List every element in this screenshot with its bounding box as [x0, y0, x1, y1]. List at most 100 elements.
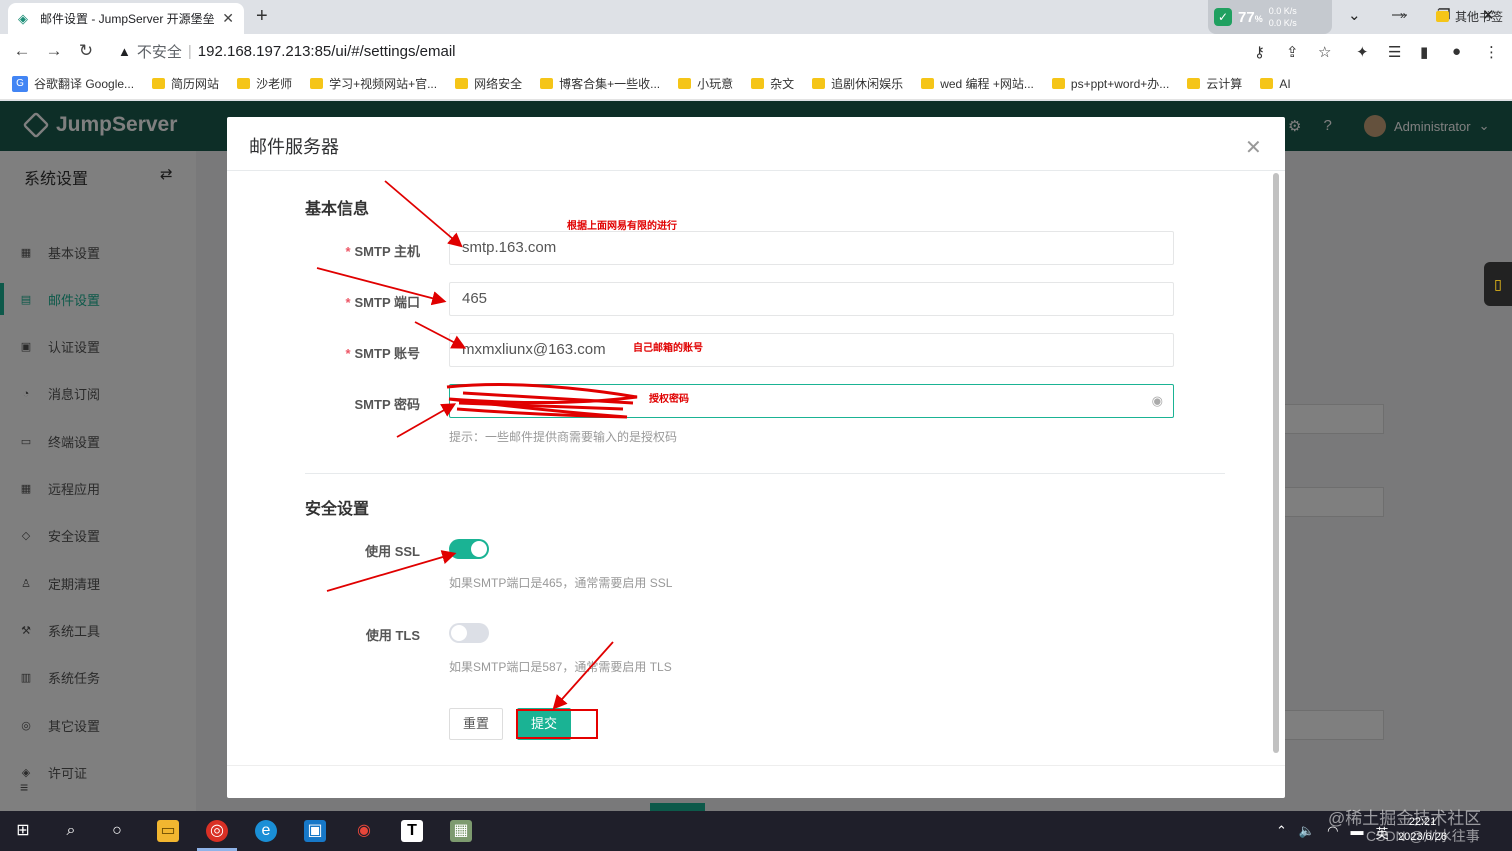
annotation-account-note: 自己邮箱的账号	[633, 343, 703, 354]
folder-icon	[152, 78, 166, 89]
folder-icon	[455, 78, 469, 89]
share-icon[interactable]: ⇪	[1286, 43, 1299, 61]
extensions-icon[interactable]: ✦	[1356, 43, 1369, 61]
warning-icon: ▲	[118, 44, 131, 59]
folder-icon	[1051, 78, 1065, 89]
smtp-host-input[interactable]: smtp.163.com	[449, 231, 1174, 265]
bookmark-item[interactable]: 云计算	[1187, 75, 1242, 92]
bookmark-item[interactable]: 博客合集+一些收...	[540, 75, 660, 92]
dialog-scrollbar[interactable]	[1273, 173, 1279, 753]
windows-start-icon[interactable]: ⊞	[12, 820, 34, 842]
chevron-up-icon[interactable]: ⌃	[1276, 823, 1287, 842]
floating-side-tab[interactable]: ▯	[1484, 262, 1512, 306]
image-app-icon[interactable]: ▦	[450, 820, 472, 842]
tab-close-icon[interactable]: ✕	[222, 10, 234, 27]
eye-icon[interactable]: ◉	[1152, 385, 1163, 417]
cpu-percent: 77%	[1238, 8, 1263, 26]
bookmark-item[interactable]: wed 编程 +网站...	[921, 75, 1034, 92]
browser-tab-bar: ◈ 邮件设置 - JumpServer 开源堡垒 ✕ + ✓ 77% 0.0 K…	[0, 0, 1512, 34]
dialog-title: 邮件服务器	[249, 137, 339, 157]
folder-icon	[751, 78, 765, 89]
key-icon[interactable]: ⚷	[1254, 43, 1265, 61]
browser-tab[interactable]: ◈ 邮件设置 - JumpServer 开源堡垒 ✕	[8, 3, 244, 34]
new-tab-icon[interactable]: +	[256, 5, 268, 28]
bookmark-item[interactable]: 学习+视频网站+官...	[310, 75, 437, 92]
folder-icon	[1260, 78, 1274, 89]
bookmark-item[interactable]: 简历网站	[152, 75, 219, 92]
chrome-icon[interactable]: ◎	[206, 820, 228, 842]
translate-icon: G	[12, 75, 28, 92]
folder-icon	[1187, 78, 1201, 89]
bookmark-item[interactable]: G 谷歌翻译 Google...	[12, 75, 134, 92]
bookmark-item[interactable]: 沙老师	[237, 75, 292, 92]
bookmark-item[interactable]: 小玩意	[678, 75, 733, 92]
bookmark-item[interactable]: AI	[1260, 77, 1291, 91]
profile-icon[interactable]: ●	[1452, 43, 1461, 60]
task-view-icon[interactable]: ○	[106, 820, 128, 842]
section-divider	[305, 473, 1225, 474]
tls-label: 使用 TLS	[365, 628, 420, 643]
tab-search-icon[interactable]: ⌄	[1348, 6, 1361, 24]
bookmark-item[interactable]: ps+ppt+word+办...	[1051, 75, 1169, 92]
smtp-password-label: SMTP 密码	[354, 397, 421, 412]
folder-icon	[310, 78, 324, 89]
ssl-hint: 如果SMTP端口是465，通常需要启用 SSL	[449, 576, 673, 590]
smtp-account-label: * SMTP 账号	[345, 346, 420, 361]
bookmark-item[interactable]: 网络安全	[455, 75, 522, 92]
folder-icon	[540, 78, 554, 89]
smtp-port-label: * SMTP 端口	[345, 295, 420, 310]
dialog-divider	[227, 170, 1285, 171]
forward-icon[interactable]: →	[38, 41, 70, 61]
jumpserver-favicon-icon: ◈	[18, 10, 28, 26]
address-bar[interactable]: ▲ 不安全 | 192.168.197.213:85/ui/#/settings…	[108, 38, 1344, 65]
smtp-port-input[interactable]: 465	[449, 282, 1174, 316]
star-icon[interactable]: ☆	[1318, 43, 1331, 61]
bookmark-item[interactable]: 追剧休闲娱乐	[812, 75, 903, 92]
shield-icon: ✓	[1214, 8, 1232, 26]
folder-icon	[237, 78, 251, 89]
browser-toolbar: ← → ↻ ▲ 不安全 | 192.168.197.213:85/ui/#/se…	[0, 34, 1512, 68]
annotation-highlight-box	[516, 709, 598, 739]
edge-icon[interactable]: e	[255, 820, 277, 842]
insecure-label: 不安全	[136, 44, 182, 61]
annotation-layer	[316, 180, 638, 710]
file-explorer-icon[interactable]: ▭	[157, 820, 179, 842]
reading-list-icon[interactable]: ☰	[1388, 43, 1401, 61]
search-icon[interactable]: ⌕	[60, 820, 82, 842]
smtp-password-input[interactable]: ◉	[449, 384, 1174, 418]
tab-title: 邮件设置 - JumpServer 开源堡垒	[40, 12, 215, 26]
folder-icon	[678, 78, 692, 89]
other-bookmarks[interactable]: 其他书签	[1436, 8, 1503, 25]
bookmarks-more-icon[interactable]: »	[1400, 8, 1407, 22]
basic-info-heading: 基本信息	[305, 201, 370, 218]
bookmarks-bar: G 谷歌翻译 Google... 简历网站 沙老师 学习+视频网站+官... 网络安全 博客…	[0, 68, 1512, 100]
watermark: CSDN @川水往事	[1366, 828, 1480, 844]
volume-icon[interactable]: 🔈	[1299, 823, 1315, 842]
dialog-footer-divider	[227, 765, 1285, 766]
annotation-host-note: 根据上面网易有限的进行	[567, 221, 677, 232]
toggle-knob	[471, 541, 487, 557]
back-icon[interactable]: ←	[6, 41, 38, 61]
system-monitor-extension[interactable]: ✓ 77% 0.0 K/s 0.0 K/s	[1208, 0, 1332, 34]
ssl-toggle[interactable]	[449, 539, 489, 559]
security-heading: 安全设置	[305, 501, 370, 518]
folder-icon	[812, 78, 826, 89]
menu-icon[interactable]: ⋮	[1484, 43, 1499, 61]
dialog-close-icon[interactable]: ✕	[1245, 135, 1262, 160]
smtp-account-input[interactable]: mxmxliunx@163.com	[449, 333, 1174, 367]
address-url: 192.168.197.213:85/ui/#/settings/email	[197, 43, 456, 60]
xshell-icon[interactable]: ◉	[353, 820, 375, 842]
folder-icon	[1436, 11, 1449, 22]
smtp-host-label: * SMTP 主机	[345, 244, 420, 259]
vmware-icon[interactable]: ▣	[304, 820, 326, 842]
bookmark-item[interactable]: 杂文	[751, 75, 794, 92]
side-panel-icon[interactable]: ▮	[1420, 43, 1428, 61]
reset-button[interactable]: 重置	[449, 708, 503, 740]
network-speeds: 0.0 K/s 0.0 K/s	[1268, 6, 1297, 28]
typora-icon[interactable]: T	[401, 820, 423, 842]
reload-icon[interactable]: ↻	[70, 41, 102, 61]
ssl-label: 使用 SSL	[365, 544, 420, 559]
password-hint: 提示：一些邮件提供商需要输入的是授权码	[449, 430, 678, 444]
windows-taskbar: ⊞ ⌕ ○ ▭ ◎ e ▣ ◉ T ▦ ⌃ 🔈 ◠ ▬ 英 22:21 2023…	[0, 811, 1512, 851]
tls-toggle[interactable]	[449, 623, 489, 643]
